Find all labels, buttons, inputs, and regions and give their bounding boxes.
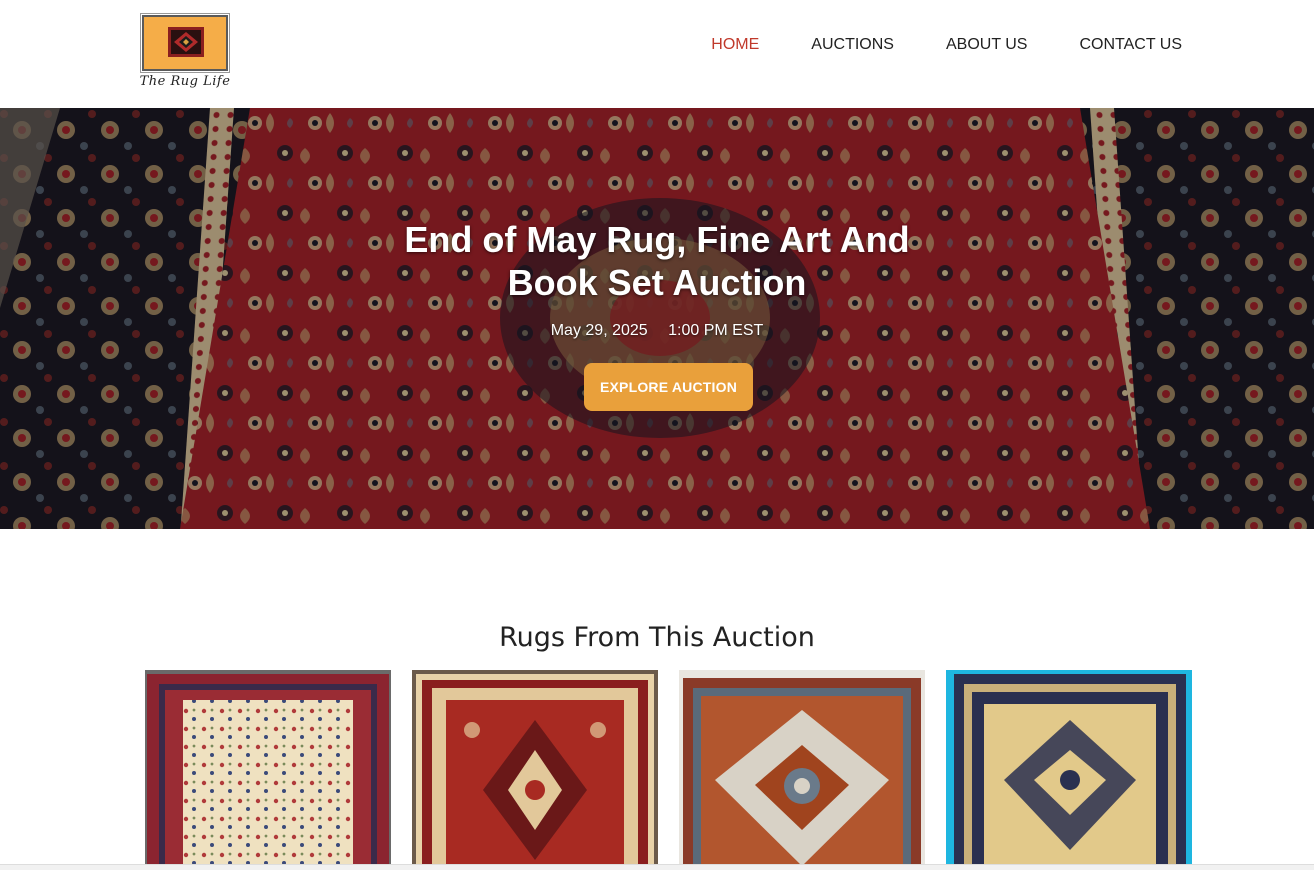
auction-time: 1:00 PM EST xyxy=(668,322,764,339)
rug-image xyxy=(946,670,1192,866)
rug-image xyxy=(412,670,658,866)
hero-title: End of May Rug, Fine Art And Book Set Au… xyxy=(0,218,1314,304)
rug-card[interactable] xyxy=(679,670,925,866)
site-header: The Rug Life HOME AUCTIONS ABOUT US CONT… xyxy=(0,0,1314,108)
hero-auction-datetime: May 29, 2025 1:00 PM EST xyxy=(0,322,1314,340)
page-bottom-divider xyxy=(0,864,1314,870)
logo-rug-frame xyxy=(140,13,230,73)
nav-home[interactable]: HOME xyxy=(711,36,759,54)
hero-banner: End of May Rug, Fine Art And Book Set Au… xyxy=(0,108,1314,529)
site-logo[interactable]: The Rug Life xyxy=(133,12,237,96)
rug-card[interactable] xyxy=(946,670,1192,866)
rug-card[interactable] xyxy=(412,670,658,866)
logo-text: The Rug Life xyxy=(139,74,231,89)
rug-card[interactable] xyxy=(145,670,391,866)
explore-auction-button[interactable]: EXPLORE AUCTION xyxy=(584,363,753,411)
logo-rug-icon xyxy=(168,27,204,57)
nav-about-us[interactable]: ABOUT US xyxy=(946,36,1028,54)
rug-image xyxy=(145,670,391,866)
rug-card-list xyxy=(145,670,1192,870)
auction-date: May 29, 2025 xyxy=(550,322,648,339)
hero-title-line-2: Book Set Auction xyxy=(507,262,807,303)
rugs-section-title: Rugs From This Auction xyxy=(499,622,815,653)
hero-overlay xyxy=(0,108,1314,529)
main-nav: HOME AUCTIONS ABOUT US CONTACT US xyxy=(659,36,1182,54)
nav-contact-us[interactable]: CONTACT US xyxy=(1079,36,1182,54)
rug-image xyxy=(679,670,925,866)
nav-auctions[interactable]: AUCTIONS xyxy=(811,36,894,54)
hero-title-line-1: End of May Rug, Fine Art And xyxy=(404,219,910,260)
